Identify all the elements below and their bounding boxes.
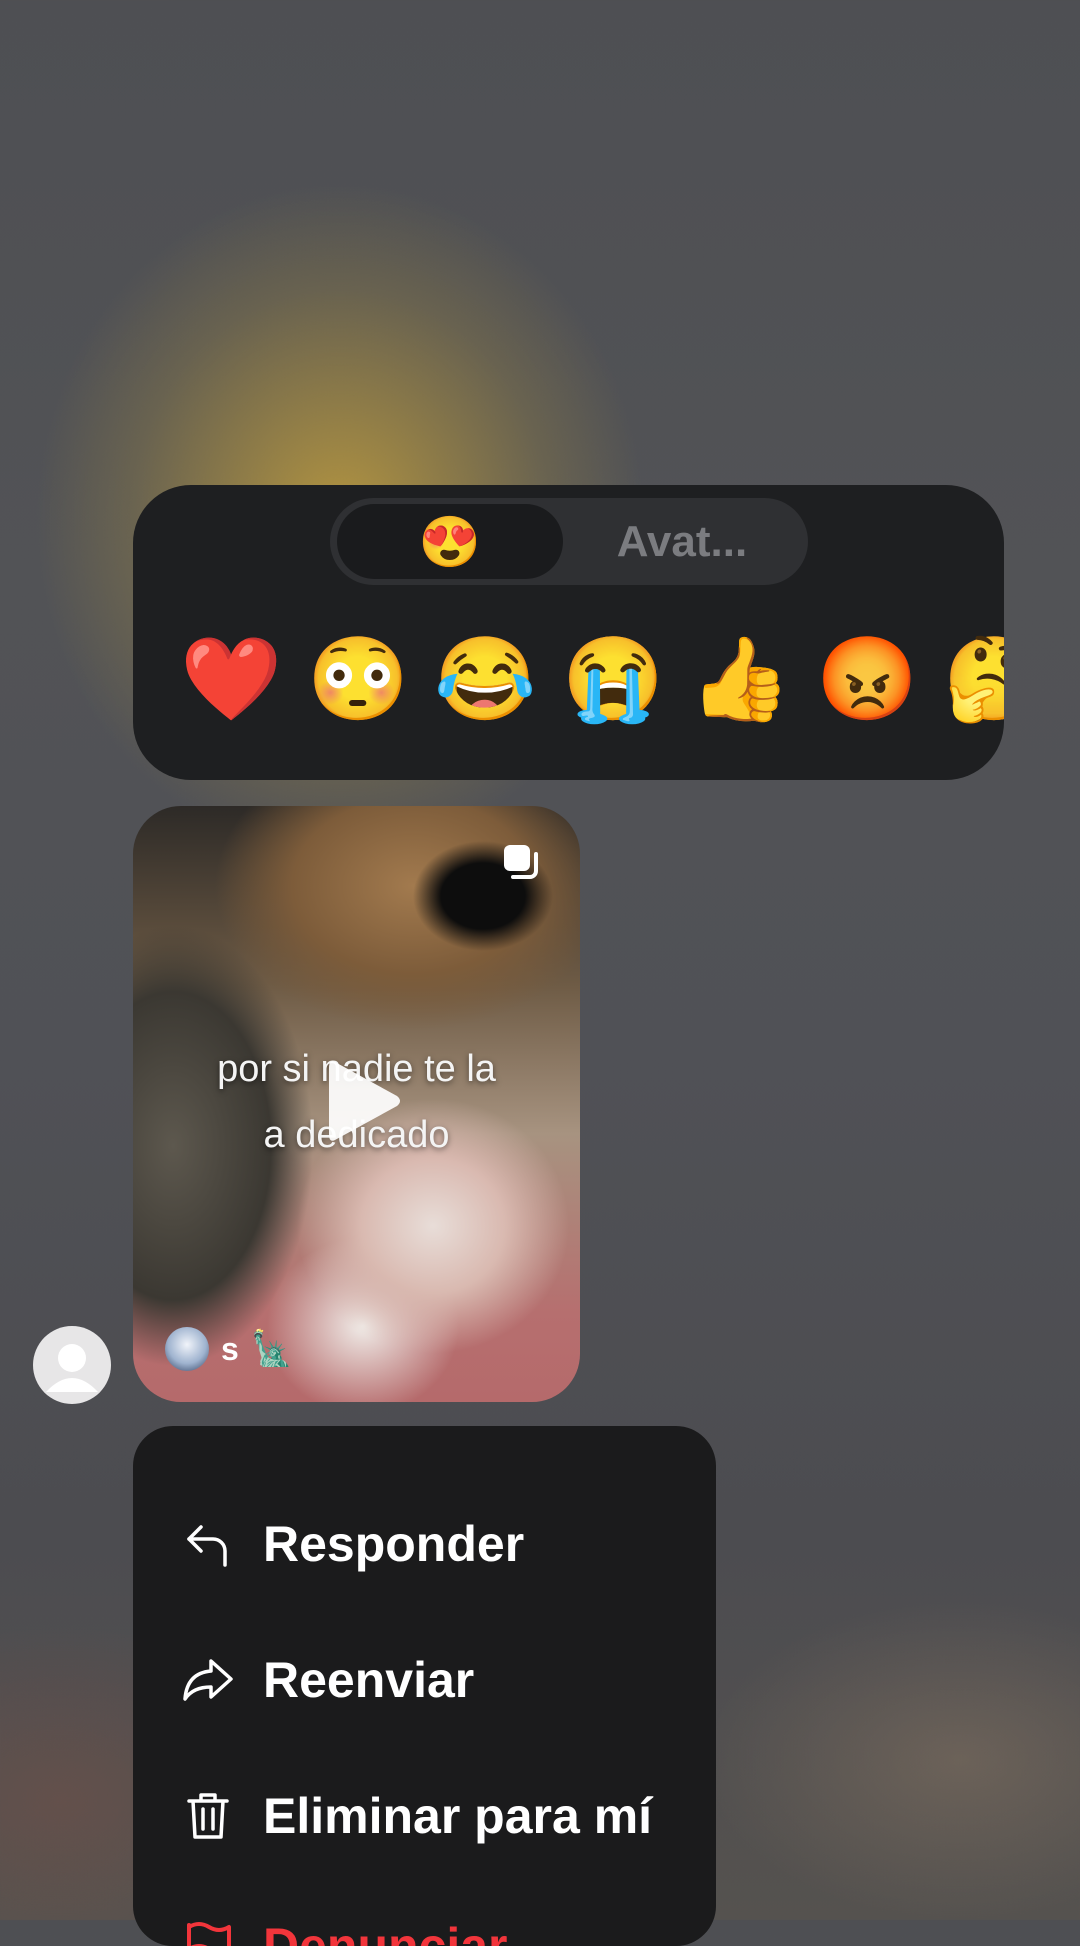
play-icon[interactable] <box>323 1056 403 1146</box>
reaction-loudly-crying[interactable]: 😭 <box>558 625 668 735</box>
menu-item-reply[interactable]: Responder <box>181 1504 524 1584</box>
tab-avatar[interactable]: Avat... <box>563 504 801 579</box>
video-author: s 🗽 <box>165 1326 293 1372</box>
sender-avatar[interactable] <box>33 1326 111 1404</box>
author-avatar <box>165 1327 209 1371</box>
menu-item-label: Eliminar para mí <box>263 1788 653 1844</box>
reaction-red-heart[interactable]: ❤️ <box>176 625 286 735</box>
menu-item-delete-for-me[interactable]: Eliminar para mí <box>181 1776 652 1856</box>
author-name: s <box>221 1330 239 1367</box>
reaction-tab-switch: 😍 Avat... <box>330 498 808 585</box>
default-user-icon <box>46 1344 98 1392</box>
menu-item-label: Responder <box>263 1516 525 1572</box>
statue-of-liberty-icon: 🗽 <box>250 1330 294 1368</box>
menu-item-forward[interactable]: Reenviar <box>181 1640 474 1720</box>
reaction-thumbs-up[interactable]: 👍 <box>685 625 795 735</box>
reaction-tears-of-joy[interactable]: 😂 <box>430 625 540 735</box>
emoji-row: ❤️ 😳 😂 😭 👍 😡 🤔 <box>133 625 1004 735</box>
reaction-flushed-face[interactable]: 😳 <box>303 625 413 735</box>
forward-icon <box>183 1659 233 1701</box>
menu-item-label: Reenviar <box>263 1652 475 1708</box>
reaction-thinking-face[interactable]: 🤔 <box>939 625 1004 735</box>
shared-video-message[interactable]: por si nadie te la a dedicado s 🗽 <box>133 806 580 1402</box>
menu-item-label: Denunciar <box>263 1918 508 1946</box>
trash-icon <box>187 1793 229 1839</box>
tab-emoji[interactable]: 😍 <box>337 504 563 579</box>
menu-item-report[interactable]: Denunciar <box>181 1906 508 1946</box>
reaction-angry-face[interactable]: 😡 <box>812 625 922 735</box>
flag-icon <box>187 1922 231 1946</box>
collection-icon <box>504 845 538 879</box>
reply-icon <box>187 1525 227 1567</box>
message-context-menu: Responder Reenviar Eliminar para mí Denu… <box>133 1426 716 1946</box>
reaction-picker: 😍 Avat... ❤️ 😳 😂 😭 👍 😡 🤔 <box>133 485 1004 780</box>
